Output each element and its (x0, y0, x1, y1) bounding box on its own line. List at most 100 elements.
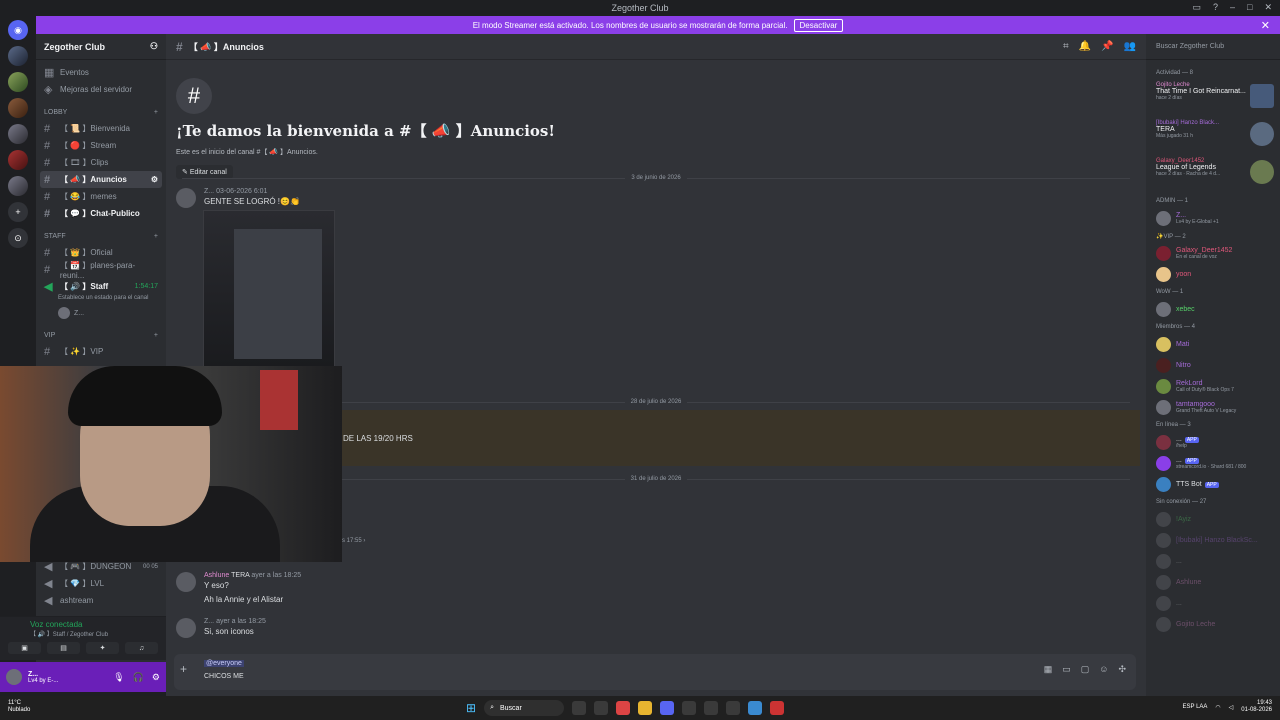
channel-planes[interactable]: # 【 📆 】planes-para-reuni... (36, 261, 166, 280)
maximize-button[interactable]: □ (1247, 2, 1252, 13)
members-icon[interactable]: 👥 (1124, 41, 1136, 52)
app-icon[interactable] (770, 701, 785, 715)
member-item[interactable]: RekLord Call of Duty® Black Ops 7 (1146, 376, 1280, 397)
avatar[interactable] (6, 669, 22, 685)
close-icon[interactable]: ✕ (1261, 19, 1270, 32)
threads-icon[interactable]: ⌗ (1063, 41, 1069, 52)
message-composer[interactable]: + @everyone CHICOS ME ▦ ▭ ▢ ☺ ✣ (174, 654, 1136, 690)
message-author[interactable]: Z... (204, 618, 214, 625)
member-item[interactable]: Mati (1146, 334, 1280, 355)
folder-icon[interactable] (638, 701, 653, 715)
server-icon[interactable] (8, 176, 28, 196)
member-item[interactable]: ... (1146, 551, 1280, 572)
wifi-icon[interactable]: ◠ (1215, 704, 1220, 711)
member-item[interactable]: Nitro (1146, 355, 1280, 376)
category-lobby[interactable]: LOBBY + (36, 104, 166, 120)
voice-user[interactable]: Z... (36, 305, 166, 321)
language-indicator[interactable]: ESP LAA (1183, 704, 1208, 711)
soundboard-button[interactable]: ♫ (125, 642, 158, 654)
member-item[interactable]: Ashlune (1146, 572, 1280, 593)
channel-vip[interactable]: # 【 ✨ 】VIP (36, 343, 166, 360)
member-item[interactable]: Z... Lv4 by E-Global +1 (1146, 208, 1280, 229)
screen-share-button[interactable]: ▤ (47, 642, 80, 654)
pin-icon[interactable]: 📌 (1101, 41, 1113, 52)
discord-home-icon[interactable]: ◉ (8, 20, 28, 40)
avatar[interactable] (176, 572, 196, 592)
explore-icon[interactable]: ⊙ (8, 228, 28, 248)
member-item[interactable]: ... APP/help (1146, 432, 1280, 453)
emoji-icon[interactable]: ☺ (1099, 664, 1108, 675)
windows-start-icon[interactable]: ⊞ (466, 701, 476, 715)
add-member-icon[interactable]: ⚇ (150, 41, 158, 52)
boosts-item[interactable]: ◈ Mejoras del servidor (36, 81, 166, 98)
member-item[interactable]: yoon (1146, 264, 1280, 285)
attachment-image[interactable] (203, 210, 335, 368)
member-item[interactable]: xebec (1146, 299, 1280, 320)
avatar[interactable] (176, 188, 196, 208)
gift-icon[interactable]: ▦ (1044, 664, 1053, 675)
channel-bienvenida[interactable]: # 【 📜 】Bienvenida (36, 120, 166, 137)
add-server-icon[interactable]: + (8, 202, 28, 222)
activity-card[interactable]: [Ibubaki] Hanzo Black... TERA Más jugado… (1146, 118, 1280, 156)
microphone-icon[interactable]: 🎙 (113, 672, 124, 683)
settings-icon[interactable]: ⚙ (151, 175, 158, 184)
app-icon[interactable] (572, 701, 587, 715)
voice-channel-lvl[interactable]: ◀ 【 💎 】LVL (36, 575, 166, 592)
channel-anuncios[interactable]: # 【 📣 】Anuncios ⚙ (40, 171, 162, 188)
member-item[interactable]: TTS Bot APP (1146, 474, 1280, 495)
activity-card[interactable]: Gojito Leche That Time I Got Reincarnat.… (1146, 80, 1280, 118)
avatar[interactable] (176, 618, 196, 638)
app-icon[interactable] (682, 701, 697, 715)
channel-chat-publico[interactable]: # 【 💬 】Chat-Publico (36, 205, 166, 222)
channel-memes[interactable]: # 【 😂 】memes (36, 188, 166, 205)
member-item[interactable]: Gojito Leche (1146, 614, 1280, 635)
add-channel-icon[interactable]: + (154, 233, 158, 240)
voice-channel-staff[interactable]: ◀ 【 🔊 】Staff 1:54:17 (36, 278, 166, 295)
browser-icon[interactable] (616, 701, 631, 715)
inbox-icon[interactable]: ▭ (1192, 2, 1201, 13)
channel-oficial[interactable]: # 【 👑 】Oficial (36, 244, 166, 261)
server-icon[interactable] (8, 124, 28, 144)
volume-icon[interactable]: ◁ (1229, 704, 1234, 711)
app-icon[interactable] (594, 701, 609, 715)
member-item[interactable]: Galaxy_Deer1452 En el canal de voz (1146, 243, 1280, 264)
server-icon[interactable] (8, 72, 28, 92)
bell-icon[interactable]: 🔔 (1079, 41, 1091, 52)
member-item[interactable]: !Ayiz (1146, 509, 1280, 530)
member-item[interactable]: tamtamgooo Grand Theft Auto V Legacy (1146, 397, 1280, 418)
help-icon[interactable]: ? (1213, 2, 1218, 13)
voice-connected[interactable]: Voz conectada (0, 617, 166, 629)
activities-button[interactable]: ✦ (86, 642, 119, 654)
add-channel-icon[interactable]: + (154, 109, 158, 116)
server-icon[interactable] (8, 98, 28, 118)
events-item[interactable]: ▦ Eventos (36, 64, 166, 81)
camera-button[interactable]: ▣ (8, 642, 41, 654)
headphones-icon[interactable]: 🎧 (133, 672, 144, 683)
category-staff[interactable]: STAFF + (36, 228, 166, 244)
add-channel-icon[interactable]: + (154, 332, 158, 339)
minimize-button[interactable]: – (1230, 2, 1235, 13)
app-icon[interactable] (704, 701, 719, 715)
search-input[interactable]: Buscar Zegother Club (1146, 34, 1280, 60)
deactivate-button[interactable]: Desactivar (793, 18, 844, 32)
app-icon[interactable] (726, 701, 741, 715)
channel-stream[interactable]: # 【 🔴 】Stream (36, 137, 166, 154)
server-icon[interactable] (8, 46, 28, 66)
server-header[interactable]: Zegother Club ⚇ (36, 34, 166, 60)
add-attachment-icon[interactable]: + (180, 662, 187, 676)
category-vip[interactable]: VIP + (36, 327, 166, 343)
taskbar-search[interactable]: ⌕ Buscar (484, 700, 565, 716)
gif-icon[interactable]: ▭ (1062, 664, 1071, 675)
close-button[interactable]: ✕ (1264, 2, 1272, 13)
message-author[interactable]: Z... (204, 188, 214, 195)
server-icon[interactable] (8, 150, 28, 170)
gear-icon[interactable]: ⚙ (152, 672, 160, 683)
message-author[interactable]: Ashlune (204, 572, 229, 579)
member-item[interactable]: ... (1146, 593, 1280, 614)
member-item[interactable]: ... APP streamcord.io · Shard 681 / 800 (1146, 453, 1280, 474)
apps-icon[interactable]: ✣ (1118, 664, 1126, 675)
weather-widget[interactable]: 11°C Nublado (8, 700, 30, 714)
sticker-icon[interactable]: ▢ (1081, 664, 1090, 675)
discord-icon[interactable] (660, 701, 675, 715)
channel-clips[interactable]: # 【 🎞 】Clips (36, 154, 166, 171)
